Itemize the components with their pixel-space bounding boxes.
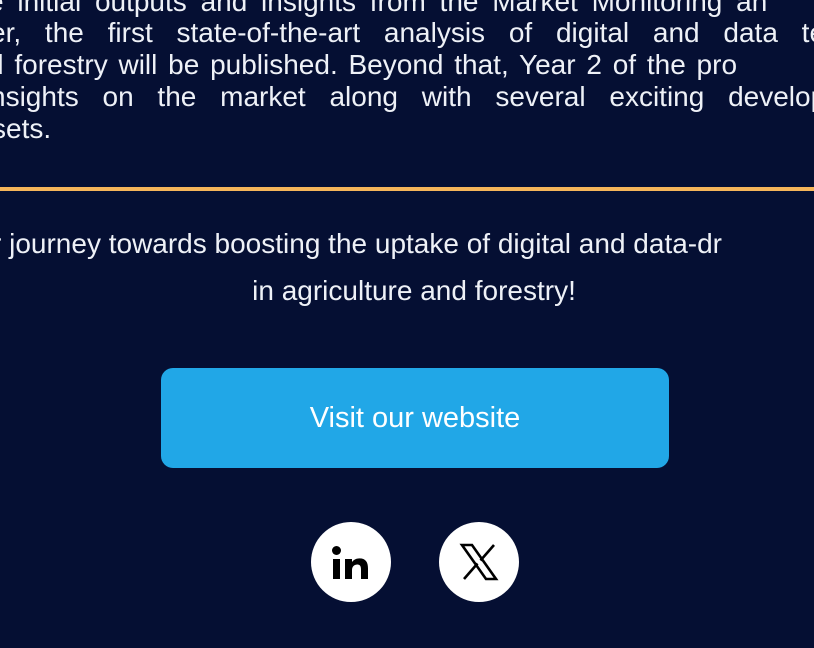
- cta-text-line-1: r journey towards boosting the uptake of…: [0, 228, 723, 259]
- visit-website-label: Visit our website: [309, 401, 521, 434]
- visit-website-button[interactable]: Visit our website: [161, 368, 669, 468]
- linkedin-button[interactable]: [311, 522, 391, 602]
- linkedin-icon: [332, 546, 368, 579]
- intro-line: nsights on the market along with several…: [0, 81, 814, 112]
- intro-line: er, the first state-of-the-art analysis …: [0, 17, 814, 48]
- intro-line: d forestry will be published. Beyond tha…: [0, 49, 738, 80]
- section-divider: [0, 187, 814, 191]
- x-button[interactable]: [439, 522, 519, 602]
- intro-line: sets.: [0, 113, 52, 144]
- intro-paragraph: e initial outputs and insights from the …: [0, 0, 814, 160]
- x-icon: [459, 543, 499, 581]
- intro-line: e initial outputs and insights from the …: [0, 0, 768, 17]
- cta-text-line-2: in agriculture and forestry!: [252, 275, 576, 306]
